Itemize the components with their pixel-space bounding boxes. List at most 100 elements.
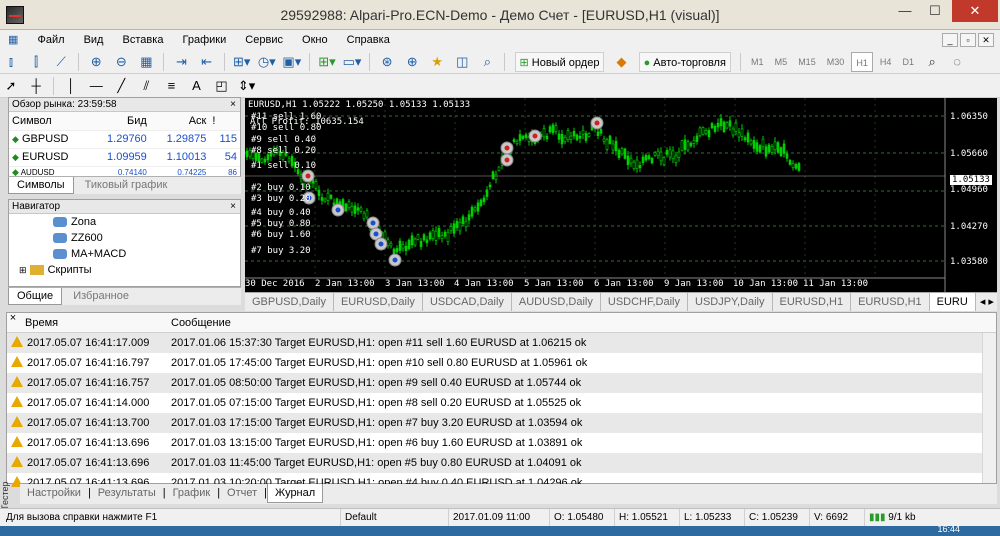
profiles-icon[interactable]: ▭▾ bbox=[342, 52, 362, 72]
tile-windows-icon[interactable]: ▦ bbox=[136, 52, 156, 72]
timeframe-d1[interactable]: D1 bbox=[899, 52, 919, 72]
menu-charts[interactable]: Графики bbox=[175, 31, 235, 49]
tab-usdcad-daily[interactable]: USDCAD,Daily bbox=[423, 293, 512, 311]
tab-eurusd-h1[interactable]: EURUSD,H1 bbox=[773, 293, 852, 311]
tab-results[interactable]: Результаты bbox=[91, 484, 163, 502]
tab-common[interactable]: Общие bbox=[8, 288, 63, 305]
indicators-icon[interactable]: ⊞▾ bbox=[232, 52, 252, 72]
terminal-close-icon[interactable]: × bbox=[6, 312, 20, 328]
menu-app-icon[interactable]: ▦ bbox=[0, 30, 26, 49]
timeframe-h4[interactable]: H4 bbox=[876, 52, 896, 72]
timeframe-h1[interactable]: H1 bbox=[851, 52, 873, 72]
text-icon[interactable]: A bbox=[187, 76, 207, 96]
navigator-item-zz600[interactable]: ZZ600 bbox=[9, 230, 240, 246]
tab-favorites[interactable]: Избранное bbox=[65, 288, 137, 304]
navigator-item-scripts[interactable]: ⊞ Скрипты bbox=[9, 262, 240, 278]
tab-usdchf-daily[interactable]: USDCHF,Daily bbox=[601, 293, 688, 311]
navigator-item-zona[interactable]: Zona bbox=[9, 214, 240, 230]
zoom-out-icon[interactable]: ⊖ bbox=[111, 52, 131, 72]
meta-editor-icon[interactable]: ◆ bbox=[612, 52, 632, 72]
cursor-icon[interactable]: ➚ bbox=[1, 76, 21, 96]
table-row[interactable]: ◆ GBPUSD 1.29760 1.29875 115 bbox=[9, 130, 240, 149]
minimize-button[interactable]: — bbox=[890, 0, 920, 22]
col-ask[interactable]: Аск bbox=[149, 112, 210, 131]
mdi-restore-button[interactable]: ▫ bbox=[960, 33, 976, 47]
new-order-button[interactable]: ⊞ Новый ордер bbox=[514, 52, 605, 72]
navigator-close-icon[interactable]: × bbox=[230, 200, 236, 214]
tab-tick-chart[interactable]: Тиковый график bbox=[77, 177, 176, 193]
templates-icon[interactable]: ▣▾ bbox=[282, 52, 302, 72]
menu-tools[interactable]: Сервис bbox=[237, 31, 291, 49]
crosshair-tool-icon[interactable]: ┼ bbox=[26, 76, 46, 96]
trend-line-icon[interactable]: ╱ bbox=[111, 76, 131, 96]
navigator-icon[interactable]: ★ bbox=[427, 52, 447, 72]
menu-insert[interactable]: Вставка bbox=[115, 31, 172, 49]
col-spread[interactable]: ! bbox=[209, 112, 240, 131]
autotrading-button[interactable]: ● Авто-торговля bbox=[638, 52, 731, 72]
tab-report[interactable]: Отчет bbox=[220, 484, 264, 502]
list-item[interactable]: 2017.05.07 16:41:13.696 2017.01.03 11:45:… bbox=[7, 453, 996, 473]
tab-eurusd-visual[interactable]: EURU bbox=[929, 293, 976, 311]
market-watch-icon[interactable]: ⊛ bbox=[377, 52, 397, 72]
arrows-icon[interactable]: ⇕▾ bbox=[237, 76, 257, 96]
journal-scrollbar[interactable] bbox=[982, 333, 996, 483]
tab-audusd-daily[interactable]: AUDUSD,Daily bbox=[512, 293, 601, 311]
col-message[interactable]: Сообщение bbox=[171, 317, 231, 329]
timeframe-m30[interactable]: M30 bbox=[823, 52, 849, 72]
horizontal-line-icon[interactable]: — bbox=[86, 76, 106, 96]
timeframe-m1[interactable]: M1 bbox=[747, 52, 768, 72]
terminal-icon[interactable]: ◫ bbox=[452, 52, 472, 72]
timeframe-m5[interactable]: M5 bbox=[771, 52, 792, 72]
vertical-line-icon[interactable]: │ bbox=[61, 76, 81, 96]
list-item[interactable]: 2017.05.07 16:41:13.696 2017.01.03 13:15:… bbox=[7, 433, 996, 453]
list-item[interactable]: 2017.05.07 16:41:16.797 2017.01.05 17:45:… bbox=[7, 353, 996, 373]
timeframe-m15[interactable]: M15 bbox=[794, 52, 820, 72]
tab-usdjpy-daily[interactable]: USDJPY,Daily bbox=[688, 293, 773, 311]
candle-body bbox=[542, 128, 546, 138]
tester-icon[interactable]: ⌕ bbox=[477, 52, 497, 72]
bar-chart-icon[interactable]: ⫾ bbox=[1, 52, 21, 72]
list-item[interactable]: 2017.05.07 16:41:17.009 2017.01.06 15:37:… bbox=[7, 333, 996, 353]
tab-symbols[interactable]: Символы bbox=[8, 177, 74, 194]
market-watch-close-icon[interactable]: × bbox=[230, 98, 236, 112]
fibonacci-icon[interactable]: ≡ bbox=[161, 76, 181, 96]
tab-eurusd-daily[interactable]: EURUSD,Daily bbox=[334, 293, 423, 311]
mdi-minimize-button[interactable]: _ bbox=[942, 33, 958, 47]
autoscroll-icon[interactable]: ⇥ bbox=[172, 52, 192, 72]
menu-view[interactable]: Вид bbox=[76, 31, 112, 49]
col-symbol[interactable]: Символ bbox=[9, 112, 91, 131]
table-row[interactable]: ◆ EURUSD 1.09959 1.10013 54 bbox=[9, 148, 240, 167]
tab-graph[interactable]: График bbox=[166, 484, 218, 502]
tab-settings[interactable]: Настройки bbox=[20, 484, 88, 502]
col-bid[interactable]: Бид bbox=[90, 112, 150, 131]
navigator-item-ma-macd[interactable]: MA+MACD bbox=[9, 246, 240, 262]
tab-gbpusd-daily[interactable]: GBPUSD,Daily bbox=[245, 293, 334, 311]
list-item[interactable]: 2017.05.07 16:41:14.000 2017.01.05 07:15:… bbox=[7, 393, 996, 413]
menu-window[interactable]: Окно bbox=[294, 31, 336, 49]
crosshair-icon[interactable]: ⊕ bbox=[402, 52, 422, 72]
list-item[interactable]: 2017.05.07 16:41:16.757 2017.01.05 08:50:… bbox=[7, 373, 996, 393]
expand-icon[interactable]: ⊞ bbox=[19, 265, 27, 275]
periods-icon[interactable]: ◷▾ bbox=[257, 52, 277, 72]
tab-journal[interactable]: Журнал bbox=[267, 484, 324, 503]
candles-icon[interactable]: ⫿ bbox=[26, 52, 46, 72]
log-time: 2017.05.07 16:41:14.000 bbox=[27, 397, 150, 409]
search-icon[interactable]: ⌕ bbox=[922, 52, 942, 72]
close-button[interactable]: ✕ bbox=[952, 0, 998, 22]
col-time[interactable]: Время bbox=[25, 317, 58, 329]
line-chart-icon[interactable]: ⟋ bbox=[51, 52, 71, 72]
list-item[interactable]: 2017.05.07 16:41:13.700 2017.01.03 17:15:… bbox=[7, 413, 996, 433]
tab-scroll-icon[interactable]: ◂ ▸ bbox=[976, 296, 994, 308]
maximize-button[interactable]: ☐ bbox=[920, 0, 950, 22]
channel-icon[interactable]: ⫽ bbox=[136, 76, 156, 96]
new-chart-icon[interactable]: ⊞▾ bbox=[317, 52, 337, 72]
price-chart[interactable]: EURUSD,H1 1.05222 1.05250 1.05133 1.0513… bbox=[245, 98, 997, 292]
text-label-icon[interactable]: ◰ bbox=[212, 76, 232, 96]
menu-file[interactable]: Файл bbox=[29, 31, 72, 49]
menu-help[interactable]: Справка bbox=[339, 31, 398, 49]
tab-eurusd-h1-2[interactable]: EURUSD,H1 bbox=[851, 293, 930, 311]
mdi-close-button[interactable]: ✕ bbox=[978, 33, 994, 47]
chat-icon[interactable]: ◌ bbox=[947, 52, 967, 72]
zoom-in-icon[interactable]: ⊕ bbox=[86, 52, 106, 72]
chart-shift-icon[interactable]: ⇤ bbox=[197, 52, 217, 72]
